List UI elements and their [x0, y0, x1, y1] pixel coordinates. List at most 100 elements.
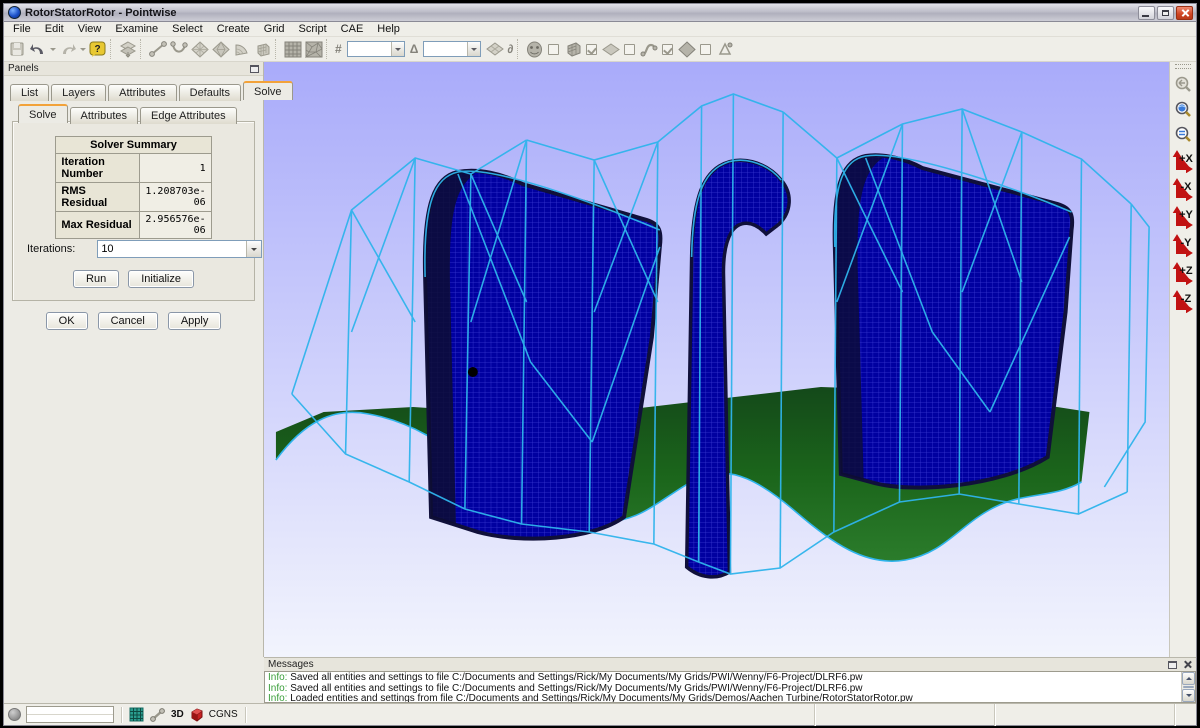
scroll-down-arrow[interactable]: [1182, 689, 1195, 702]
view-minus-z-button[interactable]: -Z: [1171, 288, 1195, 314]
layer-stack-button[interactable]: [117, 39, 138, 60]
ok-button[interactable]: OK: [46, 312, 88, 330]
undo-dropdown[interactable]: [48, 39, 57, 60]
initialize-button[interactable]: Initialize: [128, 270, 194, 288]
panels-dock-title: Panels: [8, 63, 39, 74]
connector-tool-icon: [149, 41, 167, 57]
database-filter-button[interactable]: [676, 39, 697, 60]
subtab-solve[interactable]: Solve: [18, 104, 68, 123]
cancel-button[interactable]: Cancel: [98, 312, 158, 330]
viewport-3d[interactable]: [264, 62, 1169, 657]
connectors-filter-button[interactable]: [638, 39, 659, 60]
zoom-previous-button[interactable]: [1172, 73, 1194, 95]
points-filter-button[interactable]: [714, 39, 735, 60]
tab-layers[interactable]: Layers: [51, 84, 106, 101]
view-minus-y-button[interactable]: -Y: [1171, 232, 1195, 258]
messages-close-icon[interactable]: [1183, 660, 1192, 669]
surface-icon: [486, 42, 504, 56]
main-toolbar: ? # Δ: [4, 37, 1196, 62]
zoom-extents-button[interactable]: [1172, 123, 1194, 145]
messages-float-icon[interactable]: [1168, 661, 1177, 669]
surface-button[interactable]: [484, 39, 505, 60]
domain-flat-icon: [602, 43, 620, 56]
app-window: RotorStatorRotor - Pointwise File Edit V…: [3, 3, 1197, 726]
subtab-attributes[interactable]: Attributes: [70, 107, 138, 124]
panels-dock-titlebar[interactable]: Panels: [4, 62, 263, 76]
view-plus-x-button[interactable]: +X: [1171, 148, 1195, 174]
structured-block-tool-button[interactable]: [252, 39, 273, 60]
status-bar: 3D CGNS: [4, 703, 1196, 725]
toolbar-grip[interactable]: [1175, 64, 1191, 69]
subtab-edge-attributes[interactable]: Edge Attributes: [140, 107, 237, 124]
spacing-input[interactable]: [424, 42, 467, 56]
menu-script[interactable]: Script: [292, 23, 334, 35]
scroll-thumb[interactable]: [1183, 686, 1194, 688]
iterations-combo[interactable]: [97, 240, 262, 258]
menu-cae[interactable]: CAE: [334, 23, 371, 35]
tab-defaults[interactable]: Defaults: [179, 84, 241, 101]
structured-grid-toggle[interactable]: [282, 39, 303, 60]
title-bar[interactable]: RotorStatorRotor - Pointwise: [4, 4, 1196, 22]
menu-help[interactable]: Help: [370, 23, 407, 35]
extrude-block-tool-button[interactable]: [231, 39, 252, 60]
dimension-indicator: 3D: [171, 709, 184, 720]
menu-edit[interactable]: Edit: [38, 23, 71, 35]
iterations-input[interactable]: [98, 241, 246, 257]
scroll-up-arrow[interactable]: [1182, 672, 1195, 685]
messages-scrollbar[interactable]: [1181, 672, 1195, 702]
tab-list[interactable]: List: [10, 84, 49, 101]
layer-stack-icon: [119, 41, 137, 58]
blocks-filter-button[interactable]: [562, 39, 583, 60]
view-minus-x-button[interactable]: -X: [1171, 176, 1195, 202]
run-button[interactable]: Run: [73, 270, 119, 288]
save-icon: [9, 41, 25, 57]
svg-text:?: ?: [94, 44, 100, 55]
structured-domain-tool-button[interactable]: [189, 39, 210, 60]
mask-toggle[interactable]: [524, 39, 545, 60]
apply-button[interactable]: Apply: [168, 312, 222, 330]
status-led: [8, 708, 21, 721]
grid-level-icon: #: [333, 42, 344, 56]
unstructured-domain-tool-button[interactable]: [210, 39, 231, 60]
menu-select[interactable]: Select: [165, 23, 210, 35]
close-button[interactable]: [1176, 6, 1193, 20]
menu-create[interactable]: Create: [210, 23, 257, 35]
mask-blocks-checkbox[interactable]: [548, 44, 559, 55]
axis-minus-y-icon: -Y: [1172, 233, 1194, 257]
minimize-button[interactable]: [1138, 6, 1155, 20]
domains-filter-button[interactable]: [600, 39, 621, 60]
grid-level-combo-arrow[interactable]: [391, 42, 404, 56]
menu-view[interactable]: View: [71, 23, 109, 35]
grid-level-combo[interactable]: [347, 41, 405, 57]
view-plus-y-button[interactable]: +Y: [1171, 204, 1195, 230]
tab-attributes[interactable]: Attributes: [108, 84, 176, 101]
view-plus-z-button[interactable]: +Z: [1171, 260, 1195, 286]
svg-text:+X: +X: [1179, 153, 1193, 165]
connectors-filter-checkbox[interactable]: [624, 44, 635, 55]
iterations-combo-arrow[interactable]: [246, 241, 261, 257]
spacing-combo-arrow[interactable]: [467, 42, 480, 56]
database-filter-checkbox[interactable]: [662, 44, 673, 55]
panels-tabs: List Layers Attributes Defaults Solve: [10, 81, 295, 100]
points-filter-checkbox[interactable]: [700, 44, 711, 55]
restore-button[interactable]: [1157, 6, 1174, 20]
panels-float-icon[interactable]: [250, 65, 259, 73]
status-input-field[interactable]: [26, 706, 114, 723]
tab-solve[interactable]: Solve: [243, 81, 293, 100]
curve-tool-button[interactable]: [168, 39, 189, 60]
undo-button[interactable]: [27, 39, 48, 60]
redo-dropdown[interactable]: [78, 39, 87, 60]
messages-header[interactable]: Messages: [264, 658, 1196, 671]
zoom-fit-button[interactable]: [1172, 98, 1194, 120]
menu-examine[interactable]: Examine: [108, 23, 165, 35]
unstructured-grid-toggle[interactable]: [303, 39, 324, 60]
menu-grid[interactable]: Grid: [257, 23, 292, 35]
domains-filter-checkbox[interactable]: [586, 44, 597, 55]
spacing-combo[interactable]: [423, 41, 481, 57]
grid-level-input[interactable]: [348, 42, 391, 56]
save-button[interactable]: [6, 39, 27, 60]
connector-tool-button[interactable]: [147, 39, 168, 60]
help-button[interactable]: ?: [87, 39, 108, 60]
redo-button[interactable]: [57, 39, 78, 60]
menu-file[interactable]: File: [6, 23, 38, 35]
